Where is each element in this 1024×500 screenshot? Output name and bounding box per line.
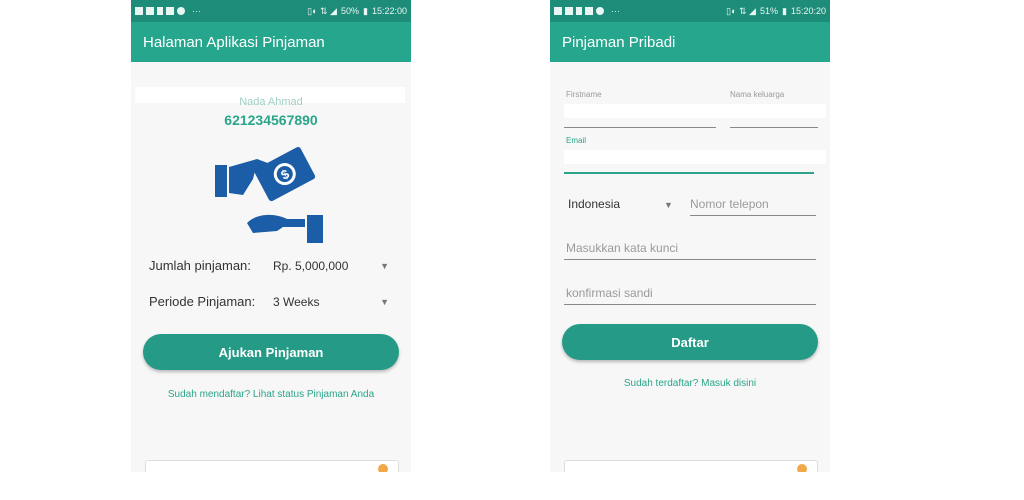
- status-bar: ··· ▯◐ ⇅ ◢ 50% ▮ 15:22:00: [131, 0, 411, 22]
- battery-level: 51%: [759, 6, 778, 16]
- banknote-icon: $: [254, 147, 316, 202]
- lastname-field[interactable]: [730, 127, 818, 128]
- system-status: ▯◐ ⇅ ◢ 50% ▮ 15:22:00: [307, 6, 407, 17]
- phone-input[interactable]: Nomor telepon: [690, 197, 769, 211]
- notification-icons: ···: [135, 6, 201, 16]
- page-title: Halaman Aplikasi Pinjaman: [143, 33, 325, 51]
- clock: 15:22:00: [371, 6, 407, 16]
- confirm-underline: [564, 304, 816, 305]
- app-bar: Pinjaman Pribadi: [550, 22, 830, 62]
- dropdown-arrow-icon[interactable]: ▼: [380, 297, 389, 307]
- signal-icon: ▯◐ ⇅ ◢: [726, 5, 756, 16]
- ad-banner[interactable]: [145, 460, 399, 472]
- loan-period-label: Periode Pinjaman:: [149, 294, 256, 309]
- dropdown-arrow-icon[interactable]: ▼: [664, 200, 673, 210]
- name-input-area[interactable]: [564, 104, 826, 118]
- account-number: 621234567890: [224, 112, 318, 128]
- loan-app-screen: ··· ▯◐ ⇅ ◢ 50% ▮ 15:22:00 Halaman Aplika…: [131, 0, 411, 472]
- user-name: Nada Ahmad: [239, 96, 303, 108]
- cuff-upper: [215, 165, 227, 197]
- register-button[interactable]: Daftar: [562, 324, 818, 360]
- signal-icon: ▯◐ ⇅ ◢: [307, 5, 337, 16]
- money-hand-icon: $: [215, 147, 323, 243]
- hand-lower: [247, 214, 305, 233]
- loan-amount-row[interactable]: Jumlah pinjaman: Rp. 5,000,000 ▼: [149, 258, 389, 273]
- ad-icon: [797, 464, 807, 472]
- email-input-area[interactable]: [564, 150, 826, 164]
- loan-amount-label: Jumlah pinjaman:: [149, 258, 251, 273]
- clock: 15:20:20: [790, 6, 826, 16]
- email-field[interactable]: [564, 172, 814, 174]
- cuff-lower: [307, 215, 323, 243]
- confirm-password-input[interactable]: konfirmasi sandi: [566, 286, 653, 300]
- notification-icons: ···: [554, 6, 620, 16]
- phone-underline: [690, 215, 816, 216]
- system-status: ▯◐ ⇅ ◢ 51% ▮ 15:20:20: [726, 6, 826, 17]
- password-underline: [564, 259, 816, 260]
- battery-level: 50%: [340, 6, 359, 16]
- firstname-label: Firstname: [566, 90, 602, 99]
- lastname-label: Nama keluarga: [730, 90, 785, 99]
- login-link[interactable]: Sudah terdaftar? Masuk disini: [550, 378, 830, 389]
- firstname-field[interactable]: [564, 127, 716, 128]
- apply-loan-button[interactable]: Ajukan Pinjaman: [143, 334, 399, 370]
- battery-icon: ▮: [782, 5, 787, 16]
- ad-banner[interactable]: [564, 460, 818, 472]
- loan-period-row[interactable]: Periode Pinjaman: 3 Weeks ▼: [149, 294, 389, 309]
- country-select[interactable]: Indonesia: [568, 197, 620, 211]
- loan-period-select[interactable]: 3 Weeks: [273, 295, 380, 309]
- app-bar: Halaman Aplikasi Pinjaman: [131, 22, 411, 62]
- loan-amount-select[interactable]: Rp. 5,000,000: [273, 259, 380, 273]
- dropdown-arrow-icon[interactable]: ▼: [380, 261, 389, 271]
- password-input[interactable]: Masukkan kata kunci: [566, 241, 678, 255]
- battery-icon: ▮: [363, 5, 368, 16]
- ad-icon: [378, 464, 388, 472]
- email-label: Email: [566, 136, 587, 145]
- page-title: Pinjaman Pribadi: [562, 33, 676, 51]
- register-screen: ··· ▯◐ ⇅ ◢ 51% ▮ 15:20:20 Pinjaman Priba…: [550, 0, 830, 472]
- loan-status-link[interactable]: Sudah mendaftar? Lihat status Pinjaman A…: [131, 389, 411, 400]
- status-bar: ··· ▯◐ ⇅ ◢ 51% ▮ 15:20:20: [550, 0, 830, 22]
